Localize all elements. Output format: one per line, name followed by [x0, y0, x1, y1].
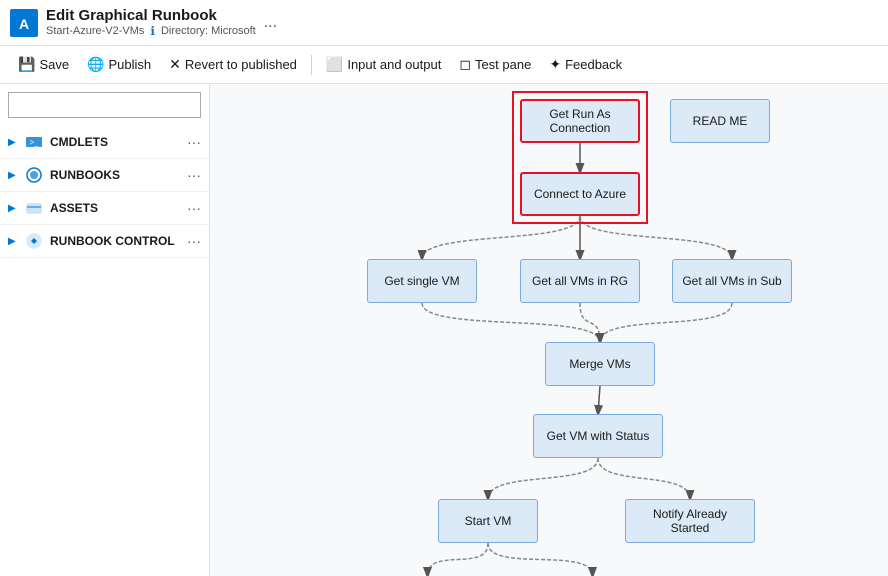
- sidebar-item-cmdlets[interactable]: ▶ >_ CMDLETS ···: [0, 126, 209, 159]
- flow-node-readme[interactable]: READ ME: [670, 99, 770, 143]
- title-bar: A Edit Graphical Runbook Start-Azure-V2-…: [0, 0, 888, 46]
- chevron-icon: ▶: [8, 236, 20, 247]
- sidebar-item-assets[interactable]: ▶ ASSETS ···: [0, 192, 209, 225]
- feedback-icon: ✦: [549, 56, 561, 73]
- runbooks-more-icon[interactable]: ···: [187, 167, 201, 183]
- subtitle-runbook: Start-Azure-V2-VMs: [46, 25, 144, 37]
- flow-node-merge-vms[interactable]: Merge VMs: [545, 342, 655, 386]
- save-button[interactable]: 💾 Save: [10, 52, 77, 77]
- flow-node-get-run-as[interactable]: Get Run As Connection: [520, 99, 640, 143]
- canvas[interactable]: Get Run As Connection READ ME Connect to A…: [210, 84, 888, 576]
- test-pane-button[interactable]: ◻ Test pane: [451, 52, 539, 77]
- svg-text:>_: >_: [29, 138, 39, 147]
- cmdlets-more-icon[interactable]: ···: [187, 134, 201, 150]
- sidebar-label-assets: ASSETS: [50, 201, 187, 215]
- title-ellipsis[interactable]: ...: [264, 14, 277, 32]
- flow-node-get-single-vm[interactable]: Get single VM: [367, 259, 477, 303]
- title-info: Edit Graphical Runbook Start-Azure-V2-VM…: [46, 7, 256, 38]
- sidebar: ▶ >_ CMDLETS ··· ▶ RUNBOOKS ···: [0, 84, 210, 576]
- flow-node-get-vm-status[interactable]: Get VM with Status: [533, 414, 663, 458]
- app-icon: A: [10, 9, 38, 37]
- revert-button[interactable]: ✕ Revert to published: [161, 52, 305, 77]
- info-icon: ℹ: [150, 24, 155, 38]
- title-subtitle: Start-Azure-V2-VMs ℹ Directory: Microsof…: [46, 24, 256, 38]
- input-output-icon: ⬜: [326, 56, 343, 73]
- sidebar-label-runbooks: RUNBOOKS: [50, 168, 187, 182]
- control-icon: [24, 231, 44, 251]
- chevron-icon: ▶: [8, 170, 20, 181]
- assets-icon: [24, 198, 44, 218]
- control-more-icon[interactable]: ···: [187, 233, 201, 249]
- sidebar-item-runbooks[interactable]: ▶ RUNBOOKS ···: [0, 159, 209, 192]
- feedback-button[interactable]: ✦ Feedback: [541, 52, 630, 77]
- flow-node-connect-azure[interactable]: Connect to Azure: [520, 172, 640, 216]
- toolbar-separator: [311, 55, 312, 75]
- sidebar-search-container: [0, 84, 209, 126]
- flow-node-notify-started[interactable]: Notify Already Started: [625, 499, 755, 543]
- assets-more-icon[interactable]: ···: [187, 200, 201, 216]
- chevron-icon: ▶: [8, 137, 20, 148]
- search-input[interactable]: [8, 92, 201, 118]
- toolbar: 💾 Save 🌐 Publish ✕ Revert to published ⬜…: [0, 46, 888, 84]
- subtitle-directory: Directory: Microsoft: [161, 25, 256, 37]
- save-icon: 💾: [18, 56, 35, 73]
- sidebar-item-runbook-control[interactable]: ▶ RUNBOOK CONTROL ···: [0, 225, 209, 258]
- sidebar-label-runbook-control: RUNBOOK CONTROL: [50, 234, 187, 248]
- flow-svg: [210, 84, 888, 576]
- chevron-icon: ▶: [8, 203, 20, 214]
- flow-node-start-vm[interactable]: Start VM: [438, 499, 538, 543]
- cmdlets-icon: >_: [24, 132, 44, 152]
- svg-text:A: A: [19, 16, 29, 32]
- input-output-button[interactable]: ⬜ Input and output: [318, 52, 449, 77]
- page-title: Edit Graphical Runbook: [46, 7, 256, 24]
- revert-icon: ✕: [169, 56, 181, 73]
- flow-node-get-vms-rg[interactable]: Get all VMs in RG: [520, 259, 640, 303]
- main-layout: ▶ >_ CMDLETS ··· ▶ RUNBOOKS ···: [0, 84, 888, 576]
- flow-node-get-vms-sub[interactable]: Get all VMs in Sub: [672, 259, 792, 303]
- publish-button[interactable]: 🌐 Publish: [79, 52, 159, 77]
- sidebar-label-cmdlets: CMDLETS: [50, 135, 187, 149]
- publish-icon: 🌐: [87, 56, 104, 73]
- test-pane-icon: ◻: [459, 56, 471, 73]
- runbooks-icon: [24, 165, 44, 185]
